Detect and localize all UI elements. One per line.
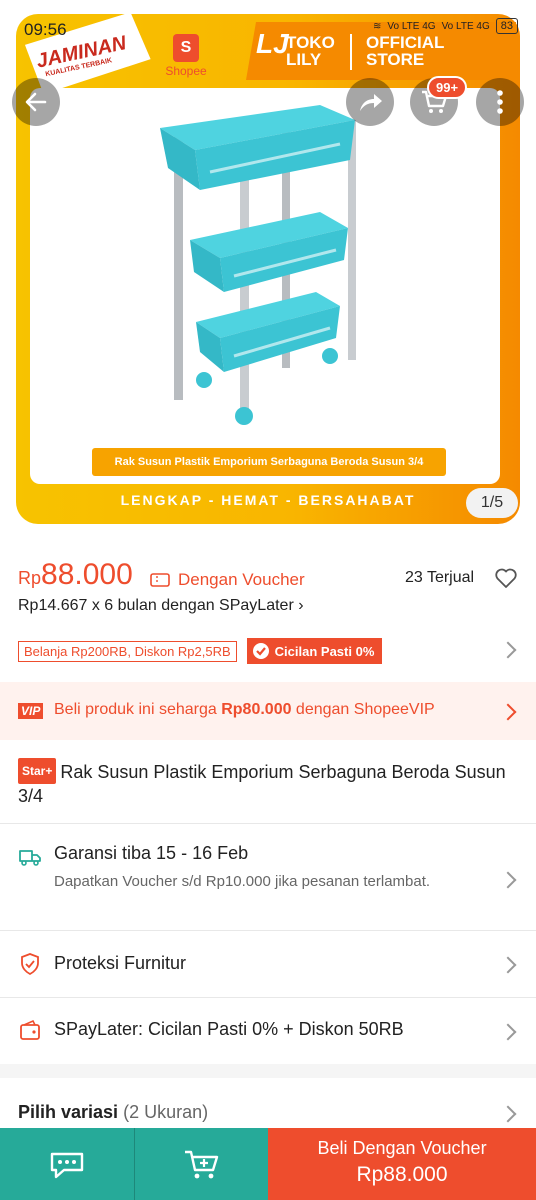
battery-icon: 83 (495, 18, 518, 34)
chat-button[interactable] (0, 1128, 134, 1200)
cicilan-chip: Cicilan Pasti 0% (246, 638, 383, 664)
sold-count: 23 Terjual (405, 569, 475, 586)
shopee-logo: S Shopee (162, 34, 210, 78)
signal-icon: Vo LTE 4G (387, 20, 436, 32)
shipping-guarantee-row[interactable]: Garansi tiba 15 - 16 Feb Dapatkan Vouche… (0, 824, 536, 930)
banner-tagline: LENGKAP - HEMAT - BERSAHABAT (120, 492, 416, 508)
discount-chip: Belanja Rp200RB, Diskon Rp2,5RB (18, 640, 237, 662)
chevron-right-icon (499, 641, 517, 659)
wallet-icon (20, 1019, 40, 1040)
status-bar: 09:56 ≋ Vo LTE 4G Vo LTE 4G 83 (0, 0, 536, 40)
share-icon (360, 94, 382, 111)
voucher-icon (150, 573, 170, 587)
variation-selector[interactable]: Pilih variasi (2 Ukuran) (18, 1102, 208, 1123)
protection-label: Proteksi Furnitur (54, 953, 187, 973)
truck-icon (19, 850, 41, 866)
voucher-label[interactable]: Dengan Voucher (150, 570, 305, 590)
add-to-cart-button[interactable] (134, 1128, 269, 1200)
chat-icon (50, 1152, 84, 1179)
signal-icon-2: Vo LTE 4G (441, 20, 490, 32)
cart-plus-icon (185, 1150, 219, 1179)
chevron-right-icon (499, 703, 517, 721)
star-plus-badge: Star+ (18, 758, 57, 784)
spaylater-label: SPayLater: Cicilan Pasti 0% + Diskon 50R… (54, 1019, 404, 1039)
product-price: Rp88.000 (18, 558, 133, 591)
shopee-vip-banner[interactable]: VIP Beli produk ini seharga Rp80.000 den… (0, 682, 536, 740)
product-image-carousel[interactable]: JAMINAN KUALITAS TERBAIK S Shopee LJ TOK… (0, 0, 536, 540)
more-vertical-icon (497, 90, 503, 114)
buy-with-voucher-button[interactable]: Beli Dengan Voucher Rp88.000 (268, 1128, 536, 1200)
bottom-action-bar: Beli Dengan Voucher Rp88.000 (0, 1128, 536, 1200)
cart-badge: 99+ (427, 76, 468, 99)
product-title: Star+ Rak Susun Plastik Emporium Serbagun… (18, 758, 518, 808)
shipping-subtitle: Dapatkan Voucher s/d Rp10.000 jika pesan… (54, 873, 431, 890)
image-pager: 1/5 (466, 488, 518, 518)
vip-text: Beli produk ini seharga Rp80.000 dengan … (54, 701, 435, 718)
spaylater-row[interactable]: SPayLater: Cicilan Pasti 0% + Diskon 50R… (0, 998, 536, 1064)
chevron-right-icon (499, 956, 517, 974)
wifi-icon: ≋ (372, 20, 382, 32)
rack-product-image (160, 105, 356, 425)
arrow-left-icon (25, 92, 47, 112)
promo-chips[interactable]: Belanja Rp200RB, Diskon Rp2,5RB Cicilan … (18, 638, 383, 664)
back-button[interactable] (12, 78, 60, 126)
shipping-title: Garansi tiba 15 - 16 Feb (54, 843, 249, 863)
chevron-right-icon (499, 1105, 517, 1123)
product-caption: Rak Susun Plastik Emporium Serbaguna Ber… (92, 448, 446, 476)
buy-button-price: Rp88.000 (356, 1163, 448, 1186)
vip-logo-icon: VIP (18, 703, 44, 719)
section-divider (0, 1064, 536, 1078)
chevron-right-icon (499, 1023, 517, 1041)
status-time: 09:56 (24, 20, 67, 39)
shield-icon (21, 953, 39, 976)
more-button[interactable] (476, 78, 524, 126)
share-button[interactable] (346, 78, 394, 126)
check-badge-icon (252, 643, 269, 659)
buy-button-label: Beli Dengan Voucher (317, 1138, 487, 1158)
heart-icon[interactable] (494, 566, 518, 590)
protection-row[interactable]: Proteksi Furnitur (0, 931, 536, 997)
spaylater-installment[interactable]: Rp14.667 x 6 bulan dengan SPayLater › (18, 597, 304, 615)
chevron-right-icon (499, 871, 517, 889)
